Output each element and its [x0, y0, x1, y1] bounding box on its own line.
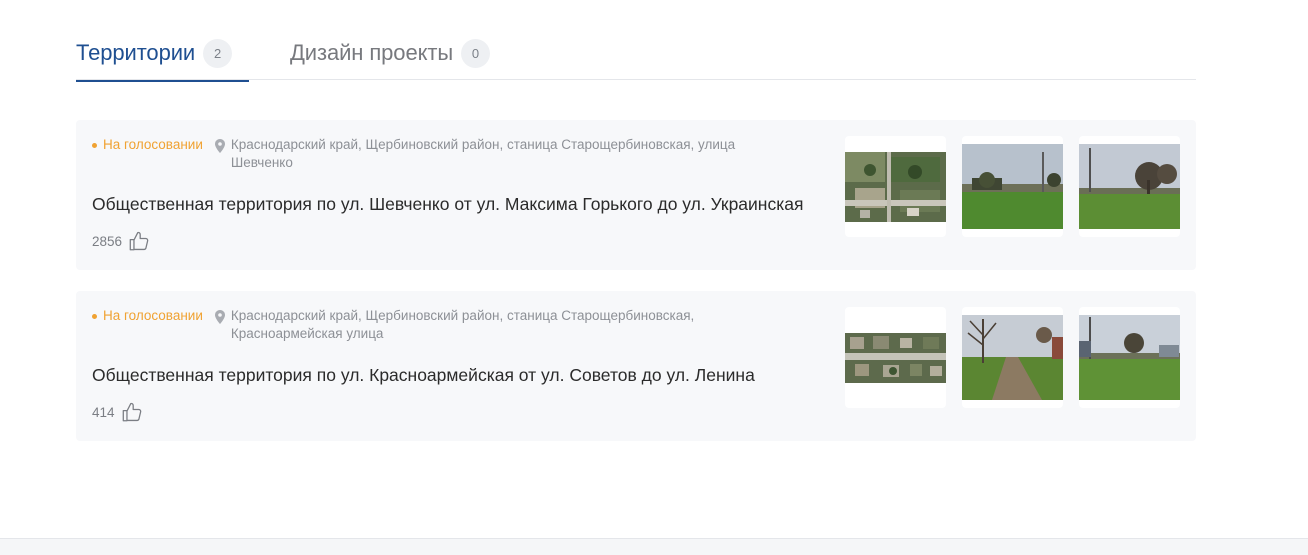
territory-title[interactable]: Общественная территория по ул. Шевченко … — [92, 192, 803, 216]
satellite-map-photo[interactable] — [845, 307, 946, 408]
field-photo[interactable] — [1079, 307, 1180, 408]
tabs-bar: Территории 2 Дизайн проекты 0 — [76, 36, 1196, 82]
photo-gallery — [845, 307, 1180, 408]
address-text: Краснодарский край, Щербиновский район, … — [230, 137, 736, 170]
like-button[interactable]: 2856 — [92, 230, 150, 252]
likes-count: 2856 — [92, 233, 123, 249]
status-badge: На голосовании — [92, 136, 203, 154]
active-tab-indicator — [76, 80, 249, 82]
tab-design-projects-count: 0 — [461, 39, 491, 68]
tab-design-projects[interactable]: Дизайн проекты 0 — [290, 36, 491, 80]
photo-gallery — [845, 136, 1180, 237]
tab-territories-label: Территории — [76, 40, 196, 65]
territory-card[interactable]: На голосовании Краснодарский край, Щерби… — [76, 291, 1196, 441]
tab-design-projects-label: Дизайн проекты — [290, 40, 454, 65]
like-button[interactable]: 414 — [92, 401, 143, 423]
tab-territories-count: 2 — [203, 39, 233, 68]
status-badge: На голосовании — [92, 307, 203, 325]
location-pin-icon — [214, 310, 225, 324]
status-label: На голосовании — [103, 137, 203, 152]
thumbs-up-icon — [129, 231, 149, 251]
location-pin-icon — [214, 139, 225, 153]
tab-territories[interactable]: Территории 2 — [76, 36, 249, 82]
footer-divider — [0, 538, 1308, 555]
status-dot-icon — [92, 313, 97, 319]
satellite-map-photo[interactable] — [845, 136, 946, 237]
street-photo[interactable] — [962, 136, 1063, 237]
status-dot-icon — [92, 142, 97, 148]
path-photo[interactable] — [962, 307, 1063, 408]
territory-title[interactable]: Общественная территория по ул. Красноарм… — [92, 363, 755, 387]
card-meta: На голосовании Краснодарский край, Щерби… — [92, 307, 791, 343]
card-meta: На голосовании Краснодарский край, Щерби… — [92, 136, 791, 172]
address-text: Краснодарский край, Щербиновский район, … — [230, 308, 695, 341]
thumbs-up-icon — [122, 402, 141, 422]
status-label: На голосовании — [103, 308, 203, 323]
territory-card[interactable]: На голосовании Краснодарский край, Щерби… — [76, 120, 1196, 270]
field-photo[interactable] — [1079, 136, 1180, 237]
likes-count: 414 — [92, 404, 115, 420]
